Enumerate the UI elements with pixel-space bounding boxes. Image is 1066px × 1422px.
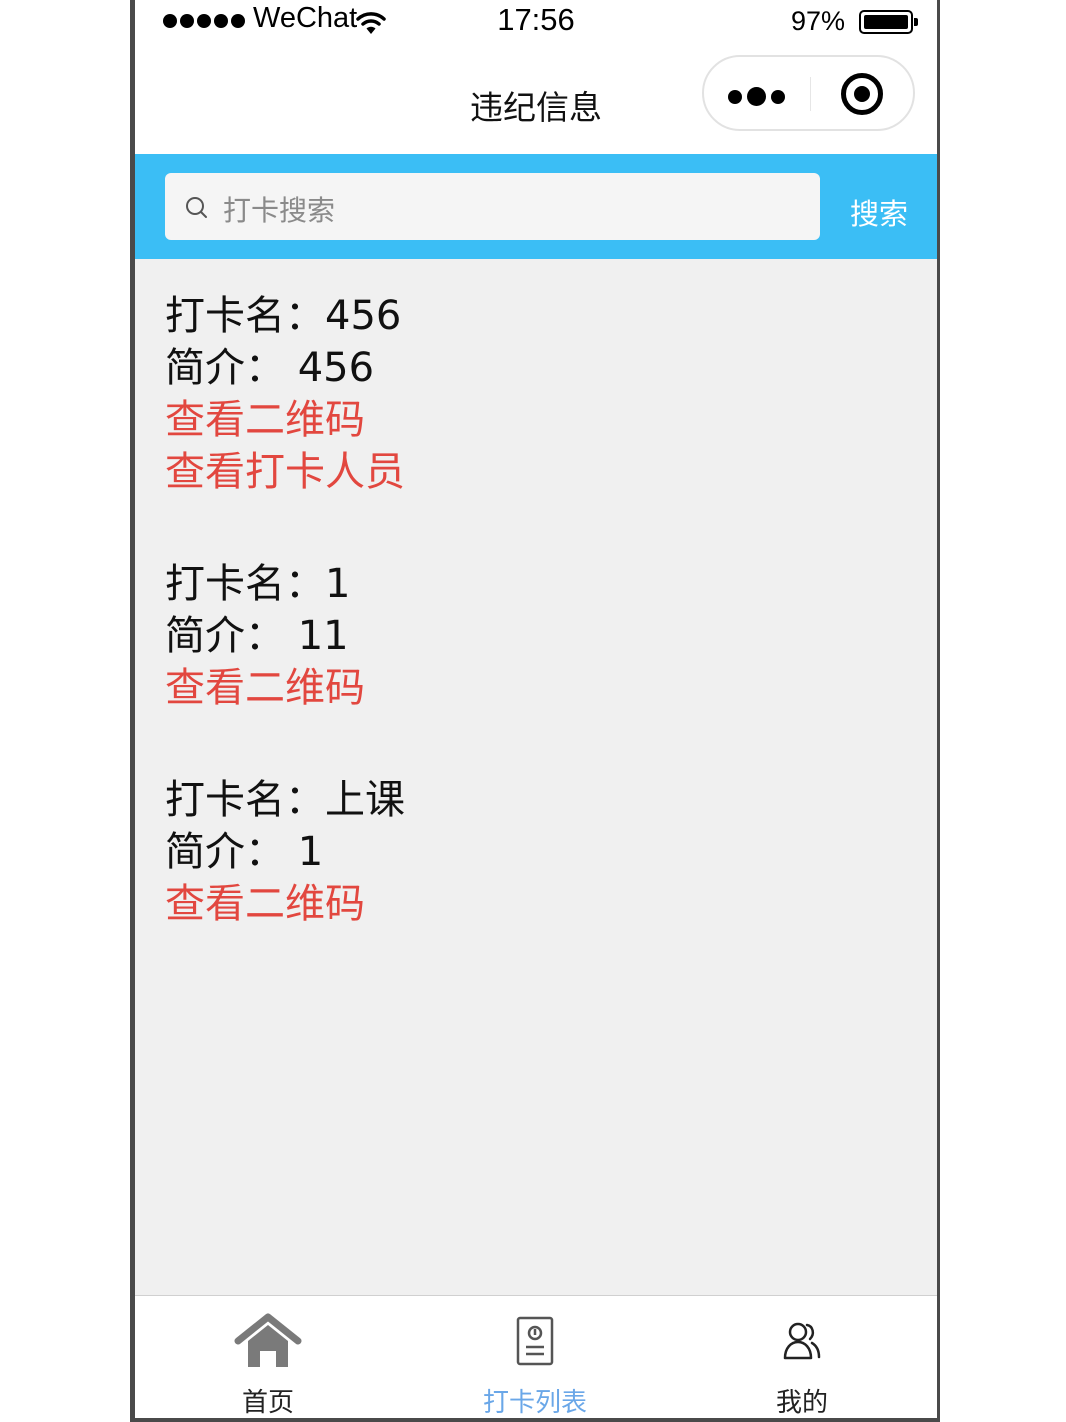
- record-intro: 简介： 11: [165, 613, 349, 659]
- record-name: 打卡名：456: [165, 293, 402, 339]
- list-item: 打卡名：上课 简介： 1 查看二维码: [165, 774, 905, 930]
- record-name: 打卡名：上课: [165, 777, 405, 823]
- phone-frame: WeChat 17:56 97% 违纪信息 打卡搜索 搜索 打卡名：456 简介…: [130, 0, 940, 1422]
- mini-program-capsule: [702, 55, 915, 131]
- battery-icon: [859, 10, 918, 34]
- tab-home[interactable]: 首页: [168, 1296, 368, 1418]
- search-placeholder: 打卡搜索: [223, 194, 336, 227]
- document-icon: [435, 1308, 635, 1374]
- tab-label: 打卡列表: [482, 1388, 587, 1418]
- list-item: 打卡名：1 简介： 11 查看二维码: [165, 558, 905, 714]
- tab-checkin-list[interactable]: 打卡列表: [435, 1296, 635, 1418]
- search-input[interactable]: 打卡搜索: [165, 173, 820, 240]
- list-item: 打卡名：456 简介： 456 查看二维码 查看打卡人员: [165, 290, 905, 498]
- capsule-divider: [810, 77, 811, 111]
- tab-bar: 首页 打卡列表 我的: [135, 1295, 937, 1418]
- battery-percentage: 97%: [790, 6, 845, 36]
- tab-label: 我的: [775, 1388, 828, 1418]
- record-list: 打卡名：456 简介： 456 查看二维码 查看打卡人员 打卡名：1 简介： 1…: [165, 290, 905, 990]
- home-icon: [168, 1308, 368, 1374]
- record-intro: 简介： 1: [165, 829, 324, 875]
- users-icon: [702, 1308, 902, 1374]
- view-qrcode-link[interactable]: 查看二维码: [165, 662, 905, 714]
- tab-mine[interactable]: 我的: [702, 1296, 902, 1418]
- more-dots-icon[interactable]: [728, 87, 785, 106]
- view-members-link[interactable]: 查看打卡人员: [165, 446, 905, 498]
- record-name: 打卡名：1: [165, 561, 351, 607]
- view-qrcode-link[interactable]: 查看二维码: [165, 878, 905, 930]
- search-icon: [185, 196, 209, 224]
- target-icon[interactable]: [841, 73, 883, 115]
- search-bar: 打卡搜索 搜索: [135, 154, 937, 259]
- record-intro: 简介： 456: [165, 345, 375, 391]
- view-qrcode-link[interactable]: 查看二维码: [165, 394, 905, 446]
- tab-label: 首页: [241, 1388, 294, 1418]
- search-button[interactable]: 搜索: [850, 191, 908, 233]
- status-bar: WeChat 17:56 97%: [135, 0, 937, 48]
- navigation-bar: 违纪信息: [135, 48, 937, 154]
